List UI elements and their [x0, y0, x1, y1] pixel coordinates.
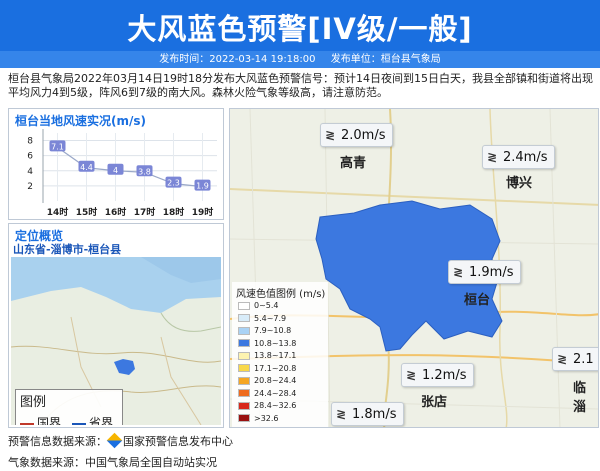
- header-bar: 大风蓝色预警[IV级/一般]: [0, 0, 600, 51]
- x-tick-label: 19时: [192, 206, 214, 218]
- x-tick-label: 15时: [76, 206, 98, 218]
- x-tick-label: 18时: [163, 206, 185, 218]
- y-tick-label: 8: [27, 137, 33, 147]
- wind-speed-panel: 桓台当地风速实况(m/s) 2 4 6 8 7.1 4.4 4 3.8 2.3 1.9 14时 15时…: [8, 108, 224, 220]
- y-tick-label: 6: [27, 152, 33, 162]
- speed-legend-label: 24.4~28.4: [254, 388, 297, 398]
- legend-national: 国界: [20, 414, 61, 425]
- data-label: 7.1: [51, 142, 64, 151]
- speed-legend-swatch: [238, 376, 250, 385]
- speed-legend-item: 28.4~32.6: [238, 400, 296, 411]
- wind-tag-huantai[interactable]: ≷ 1.9m/s: [448, 260, 521, 284]
- wind-tag-zhangdian[interactable]: ≷ 1.2m/s: [401, 363, 474, 387]
- wind-tag-southwest[interactable]: ≷ 1.8m/s: [331, 402, 404, 426]
- wind-speed-chart: 2 4 6 8 7.1 4.4 4 3.8 2.3 1.9 14时 15时 16时 17时 18时 19时: [27, 129, 217, 218]
- location-path: 山东省-淄博市-桓台县: [13, 243, 122, 256]
- speed-legend-label: >32.6: [254, 413, 279, 423]
- speed-legend-title: 风速色值图例 (m/s): [236, 289, 326, 300]
- speed-legend-item: 10.8~13.8: [238, 338, 296, 349]
- data-label: 3.8: [138, 167, 151, 176]
- speed-legend-label: 17.1~20.8: [254, 363, 297, 373]
- weather-source: 气象数据来源：中国气象局全国自动站实况: [8, 456, 217, 469]
- publish-info-bar: 发布时间：2022-03-14 19:18:00 发布单位：桓台县气象局: [0, 51, 600, 68]
- wind-tag-gaoqing[interactable]: ≷ 2.0m/s: [320, 123, 393, 147]
- data-label: 4.4: [80, 163, 93, 172]
- wind-icon: ≷: [406, 368, 416, 382]
- speed-legend-item: 0~5.4: [238, 300, 279, 311]
- speed-legend-label: 28.4~32.6: [254, 401, 297, 410]
- speed-legend-label: 20.8~24.4: [254, 376, 297, 385]
- wind-tag-linzi[interactable]: ≷ 2.1: [552, 347, 598, 371]
- speed-legend-swatch: [238, 364, 250, 372]
- national-border-swatch: [20, 422, 34, 425]
- speed-legend-swatch: [238, 389, 250, 397]
- wind-icon: ≷: [325, 128, 335, 142]
- speed-legend-swatch: [238, 326, 250, 335]
- alert-source-value: 国家预警信息发布中心: [123, 435, 233, 448]
- wind-icon: ≷: [557, 352, 567, 366]
- publish-time: 发布时间：2022-03-14 19:18:00: [159, 54, 316, 65]
- speed-legend-swatch: [238, 314, 250, 322]
- speed-legend-swatch: [238, 301, 250, 310]
- legend-title: 图例: [20, 395, 47, 410]
- speed-legend-item: 17.1~20.8: [238, 363, 296, 374]
- page-title: 大风蓝色预警[IV级/一般]: [127, 12, 473, 46]
- alert-source-label: 预警信息数据来源：: [8, 435, 107, 448]
- speed-legend-label: 13.8~17.1: [254, 351, 297, 360]
- warning-description: 桓台县气象局2022年03月14日19时18分发布大风蓝色预警信号：预计14日夜…: [8, 72, 593, 99]
- data-label: 4: [113, 166, 118, 175]
- speed-legend-label: 7.9~10.8: [254, 326, 292, 335]
- speed-legend-swatch: [238, 414, 250, 422]
- x-tick-label: 17时: [134, 206, 156, 218]
- x-tick-label: 16时: [105, 206, 127, 218]
- location-panel: 定位概览 山东省-淄博市-桓台县 图例 国界 省界: [8, 223, 224, 428]
- alert-source: 预警信息数据来源： 国家预警信息发布中心: [8, 432, 233, 449]
- speed-legend-swatch: [238, 351, 250, 360]
- overview-legend: 图例 国界 省界: [15, 389, 123, 425]
- data-label: 2.3: [167, 179, 180, 188]
- wind-icon: ≷: [487, 150, 497, 164]
- y-tick-label: 4: [27, 167, 33, 177]
- wind-tag-boxing[interactable]: ≷ 2.4m/s: [482, 145, 555, 169]
- speed-legend-item: 5.4~7.9: [238, 313, 286, 324]
- city-label-boxing: 博兴: [506, 176, 533, 191]
- y-tick-label: 2: [27, 182, 33, 192]
- speed-legend-label: 5.4~7.9: [254, 313, 287, 323]
- speed-legend-item: 20.8~24.4: [238, 375, 296, 386]
- speed-legend-item: 13.8~17.1: [238, 350, 296, 361]
- speed-legend-swatch: [238, 401, 250, 410]
- overview-map[interactable]: 图例 国界 省界: [11, 257, 221, 425]
- x-tick-label: 14时: [47, 206, 69, 218]
- publisher: 发布单位：桓台县气象局: [330, 54, 441, 65]
- warning-center-logo-icon: [106, 432, 123, 449]
- wind-icon: ≷: [336, 407, 346, 421]
- city-label-gaoqing: 高青: [340, 156, 367, 171]
- provincial-border-swatch: [72, 422, 86, 425]
- legend-provincial: 省界: [72, 414, 113, 425]
- speed-legend-swatch: [238, 339, 250, 347]
- city-label-huantai: 桓台: [464, 293, 491, 308]
- data-label: 1.9: [196, 182, 209, 191]
- city-label-zhangdian: 张店: [421, 395, 448, 410]
- warning-map[interactable]: 风速色值图例 (m/s) 0~5.4 5.4~7.9 7.9~10.8 10.8~13…: [229, 108, 599, 428]
- speed-legend-label: 10.8~13.8: [254, 338, 297, 348]
- speed-legend-label: 0~5.4: [254, 301, 279, 310]
- speed-color-legend: 风速色值图例 (m/s) 0~5.4 5.4~7.9 7.9~10.8 10.8~13…: [232, 282, 328, 427]
- speed-legend-item: >32.6: [238, 413, 279, 424]
- speed-legend-item: 24.4~28.4: [238, 388, 296, 399]
- speed-legend-item: 7.9~10.8: [238, 325, 291, 336]
- city-label-linzi: 临淄: [573, 381, 587, 415]
- wind-icon: ≷: [453, 265, 463, 279]
